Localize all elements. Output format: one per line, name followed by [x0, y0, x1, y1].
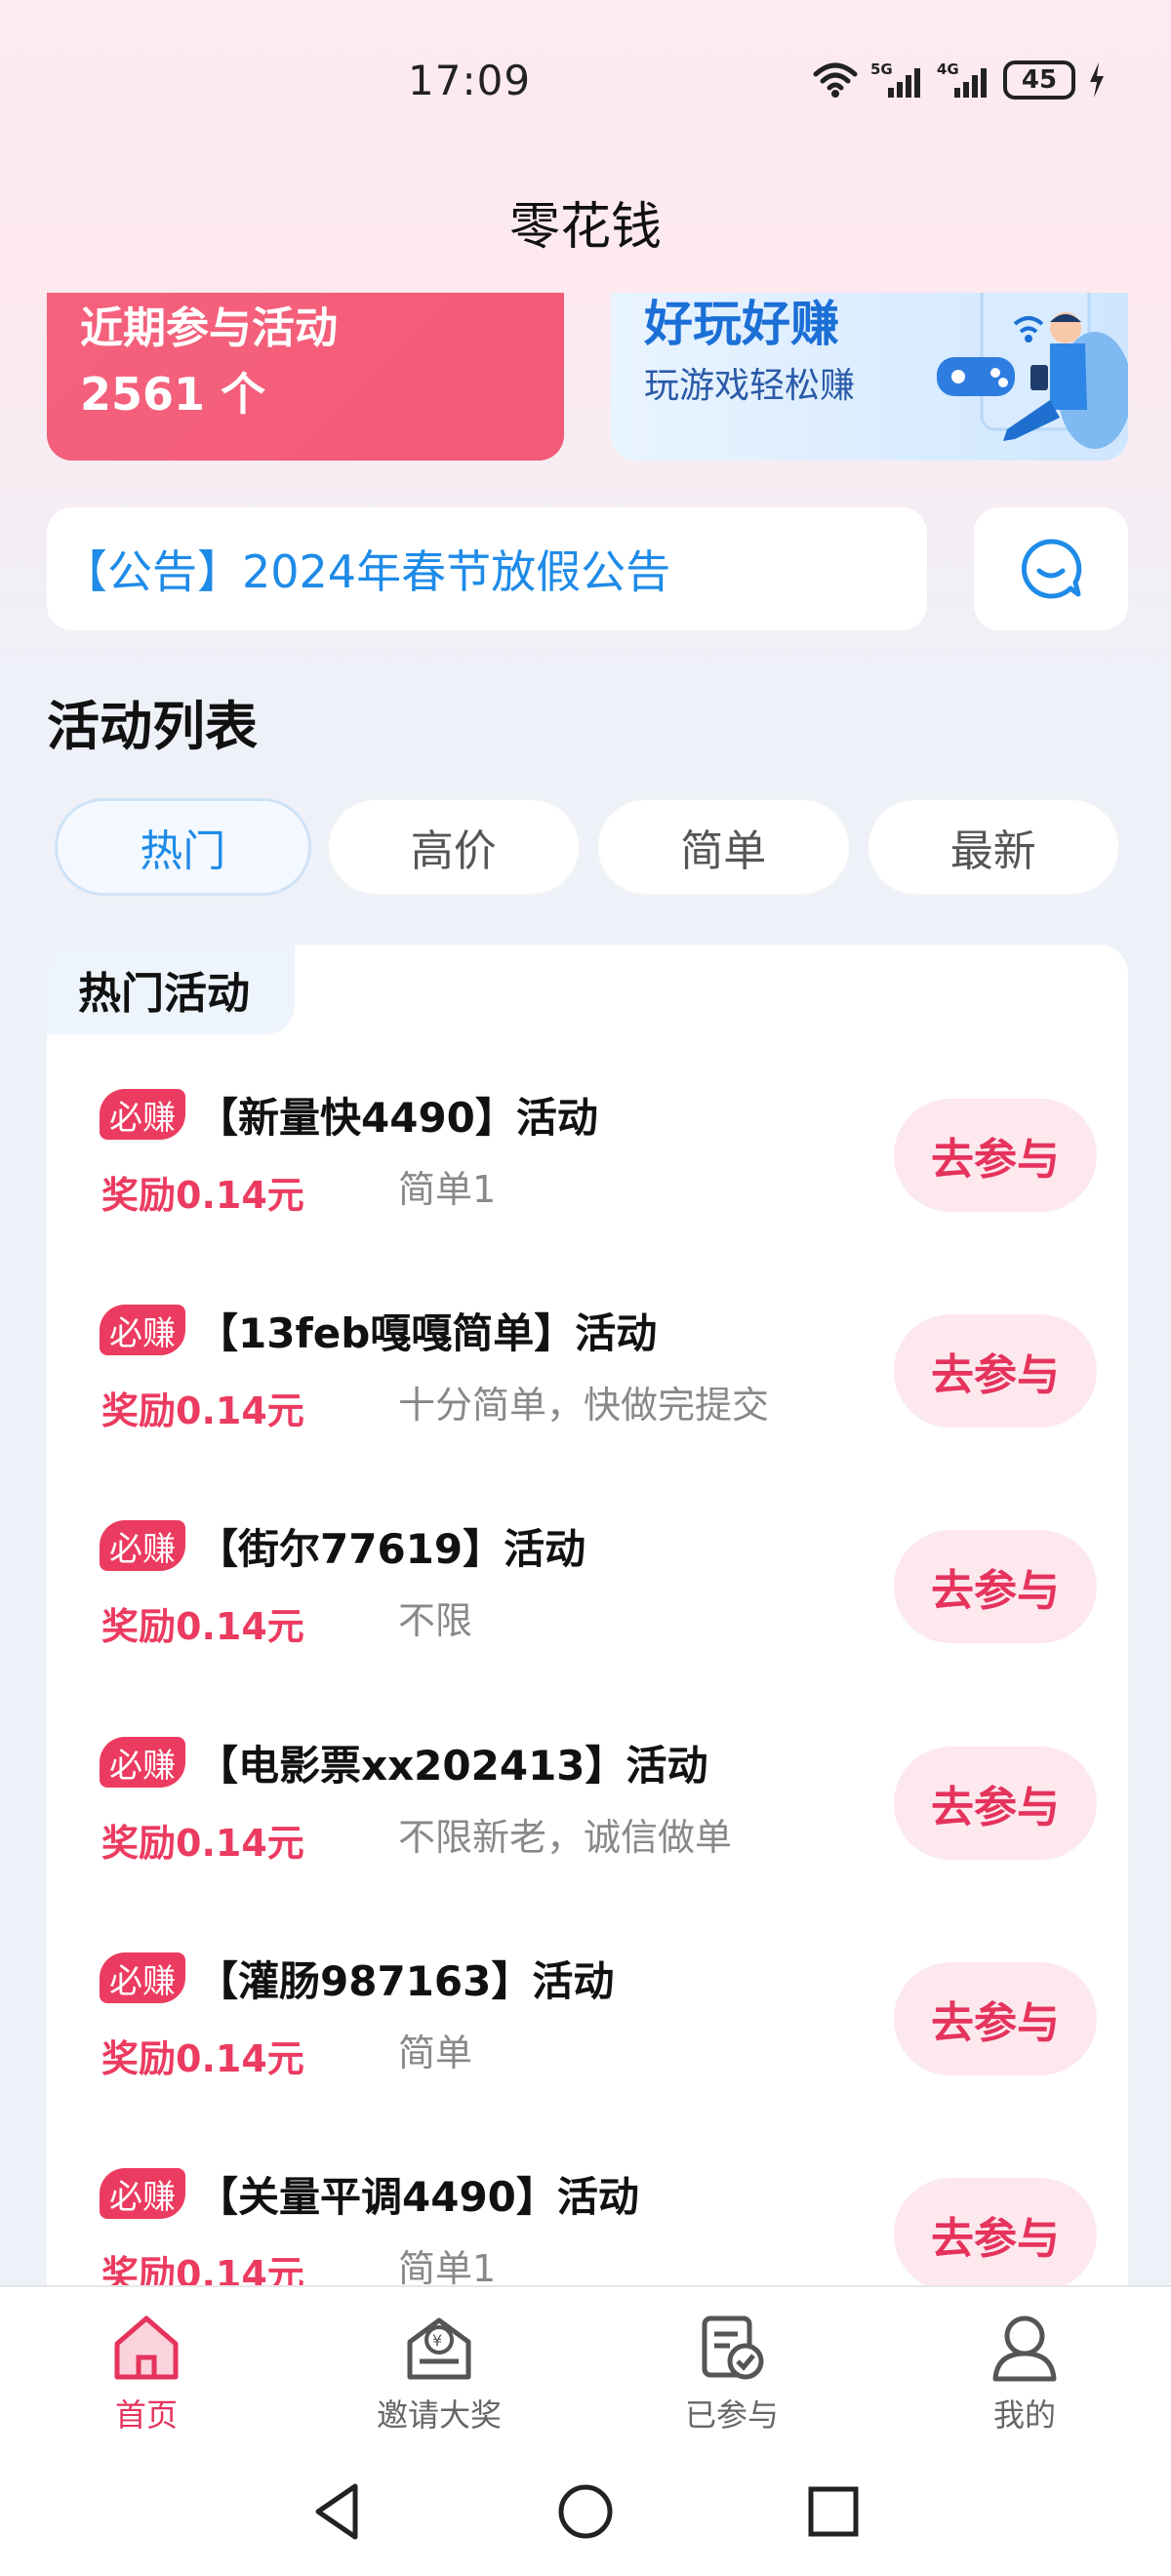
- filter-tabs: 热门 高价 简单 最新: [55, 798, 1120, 900]
- banner-right-subtitle: 玩游戏轻松赚: [644, 366, 856, 406]
- status-time: 17:09: [408, 57, 532, 104]
- tab-high-price[interactable]: 高价: [326, 798, 581, 896]
- nav-participated[interactable]: 已参与: [586, 2287, 878, 2451]
- list-item[interactable]: 必赚 【新量快4490】活动 奖励0.14元 简单1 去参与: [47, 1089, 1128, 1304]
- must-earn-badge: 必赚: [100, 1305, 185, 1355]
- join-button[interactable]: 去参与: [894, 1530, 1097, 1643]
- card-tag: 热门活动: [47, 945, 295, 1034]
- nav-participated-label: 已参与: [684, 2396, 779, 2434]
- list-item[interactable]: 必赚 【灌肠987163】活动 奖励0.14元 简单 去参与: [47, 1952, 1128, 2167]
- nav-invite[interactable]: ¥ 邀请大奖: [293, 2287, 586, 2451]
- announcement-text: 【公告】2024年春节放假公告: [62, 545, 671, 598]
- must-earn-badge: 必赚: [100, 1520, 185, 1571]
- nav-home[interactable]: 首页: [0, 2287, 293, 2451]
- activity-reward: 奖励0.14元: [101, 1605, 304, 1648]
- chat-bubble-icon: [1021, 539, 1082, 599]
- nav-profile[interactable]: 我的: [878, 2287, 1171, 2451]
- signal-4g-icon: 4G: [937, 60, 987, 98]
- tab-hot[interactable]: 热门: [55, 798, 311, 896]
- banner-left-line1: 近期参与活动: [80, 303, 338, 353]
- participated-icon: [702, 2315, 764, 2380]
- recent-activities-banner[interactable]: 近期参与活动 2561 个: [47, 293, 564, 461]
- activity-desc: 十分简单，快做完提交: [398, 1384, 770, 1427]
- recents-icon[interactable]: [804, 2480, 863, 2543]
- announcement-bar[interactable]: 【公告】2024年春节放假公告: [47, 507, 927, 630]
- nav-home-label: 首页: [114, 2396, 178, 2434]
- join-button[interactable]: 去参与: [894, 1314, 1097, 1428]
- activity-reward: 奖励0.14元: [101, 2037, 304, 2080]
- activity-title: 【电影票xx202413】活动: [197, 1742, 708, 1790]
- banner-left-count: 2561 个: [80, 368, 266, 421]
- activity-list-title: 活动列表: [47, 696, 258, 757]
- app-title: 零花钱: [508, 198, 662, 257]
- net-5g-label: 5G: [870, 60, 893, 78]
- invite-gift-icon: ¥: [407, 2317, 471, 2380]
- signal-5g-icon: 5G: [870, 60, 920, 98]
- customer-service-button[interactable]: [974, 507, 1128, 630]
- activity-desc: 简单1: [398, 2247, 497, 2290]
- join-button[interactable]: 去参与: [894, 2178, 1097, 2291]
- banner-right-title: 好玩好赚: [644, 296, 839, 352]
- join-button[interactable]: 去参与: [894, 1747, 1097, 1860]
- tab-newest[interactable]: 最新: [866, 798, 1120, 896]
- must-earn-badge: 必赚: [100, 1737, 185, 1788]
- must-earn-badge: 必赚: [100, 1089, 185, 1140]
- nav-invite-label: 邀请大奖: [376, 2396, 502, 2434]
- activity-title: 【新量快4490】活动: [197, 1094, 598, 1142]
- battery-indicator: 45: [1003, 60, 1075, 100]
- activity-title: 【13feb嘎嘎简单】活动: [197, 1309, 658, 1357]
- bottom-nav: 首页 ¥ 邀请大奖 已参与 我的: [0, 2285, 1171, 2451]
- join-button[interactable]: 去参与: [894, 1962, 1097, 2075]
- status-icons: 5G 4G 45: [812, 59, 1107, 101]
- activity-desc: 简单1: [398, 1168, 497, 1211]
- join-button[interactable]: 去参与: [894, 1099, 1097, 1212]
- svg-text:¥: ¥: [432, 2331, 442, 2350]
- system-nav-bar: [0, 2451, 1171, 2576]
- activity-reward: 奖励0.14元: [101, 1389, 304, 1432]
- must-earn-badge: 必赚: [100, 1952, 185, 2003]
- back-icon[interactable]: [308, 2480, 367, 2543]
- gamer-illustration-icon: [937, 293, 1128, 449]
- profile-icon: [992, 2315, 1057, 2382]
- hot-activities-card: 热门活动 必赚 【新量快4490】活动 奖励0.14元 简单1 去参与 必赚 【…: [47, 945, 1128, 2311]
- net-4g-label: 4G: [937, 60, 959, 78]
- nav-profile-label: 我的: [992, 2396, 1056, 2434]
- activity-desc: 不限: [398, 1599, 473, 1642]
- tab-simple[interactable]: 简单: [596, 798, 851, 896]
- activity-desc: 不限新老，诚信做单: [398, 1816, 733, 1859]
- must-earn-badge: 必赚: [100, 2168, 185, 2219]
- activity-reward: 奖励0.14元: [101, 1822, 304, 1865]
- activity-reward: 奖励0.14元: [101, 1174, 304, 1217]
- battery-level: 45: [1021, 65, 1058, 95]
- play-games-banner[interactable]: 好玩好赚 玩游戏轻松赚: [611, 293, 1128, 461]
- list-item[interactable]: 必赚 【街尔77619】活动 奖励0.14元 不限 去参与: [47, 1520, 1128, 1735]
- list-item[interactable]: 必赚 【电影票xx202413】活动 奖励0.14元 不限新老，诚信做单 去参与: [47, 1737, 1128, 1952]
- list-item[interactable]: 必赚 【13feb嘎嘎简单】活动 奖励0.14元 十分简单，快做完提交 去参与: [47, 1305, 1128, 1519]
- charging-icon: [1090, 62, 1104, 98]
- home-icon: [114, 2315, 179, 2380]
- activity-title: 【灌肠987163】活动: [197, 1957, 615, 2005]
- status-bar: 17:09 5G 4G 45: [0, 0, 1171, 166]
- activity-title: 【街尔77619】活动: [197, 1525, 586, 1573]
- wifi-icon: [813, 62, 858, 98]
- activity-desc: 简单: [398, 2032, 473, 2074]
- activity-title: 【关量平调4490】活动: [197, 2173, 639, 2221]
- home-circle-icon[interactable]: [556, 2480, 615, 2543]
